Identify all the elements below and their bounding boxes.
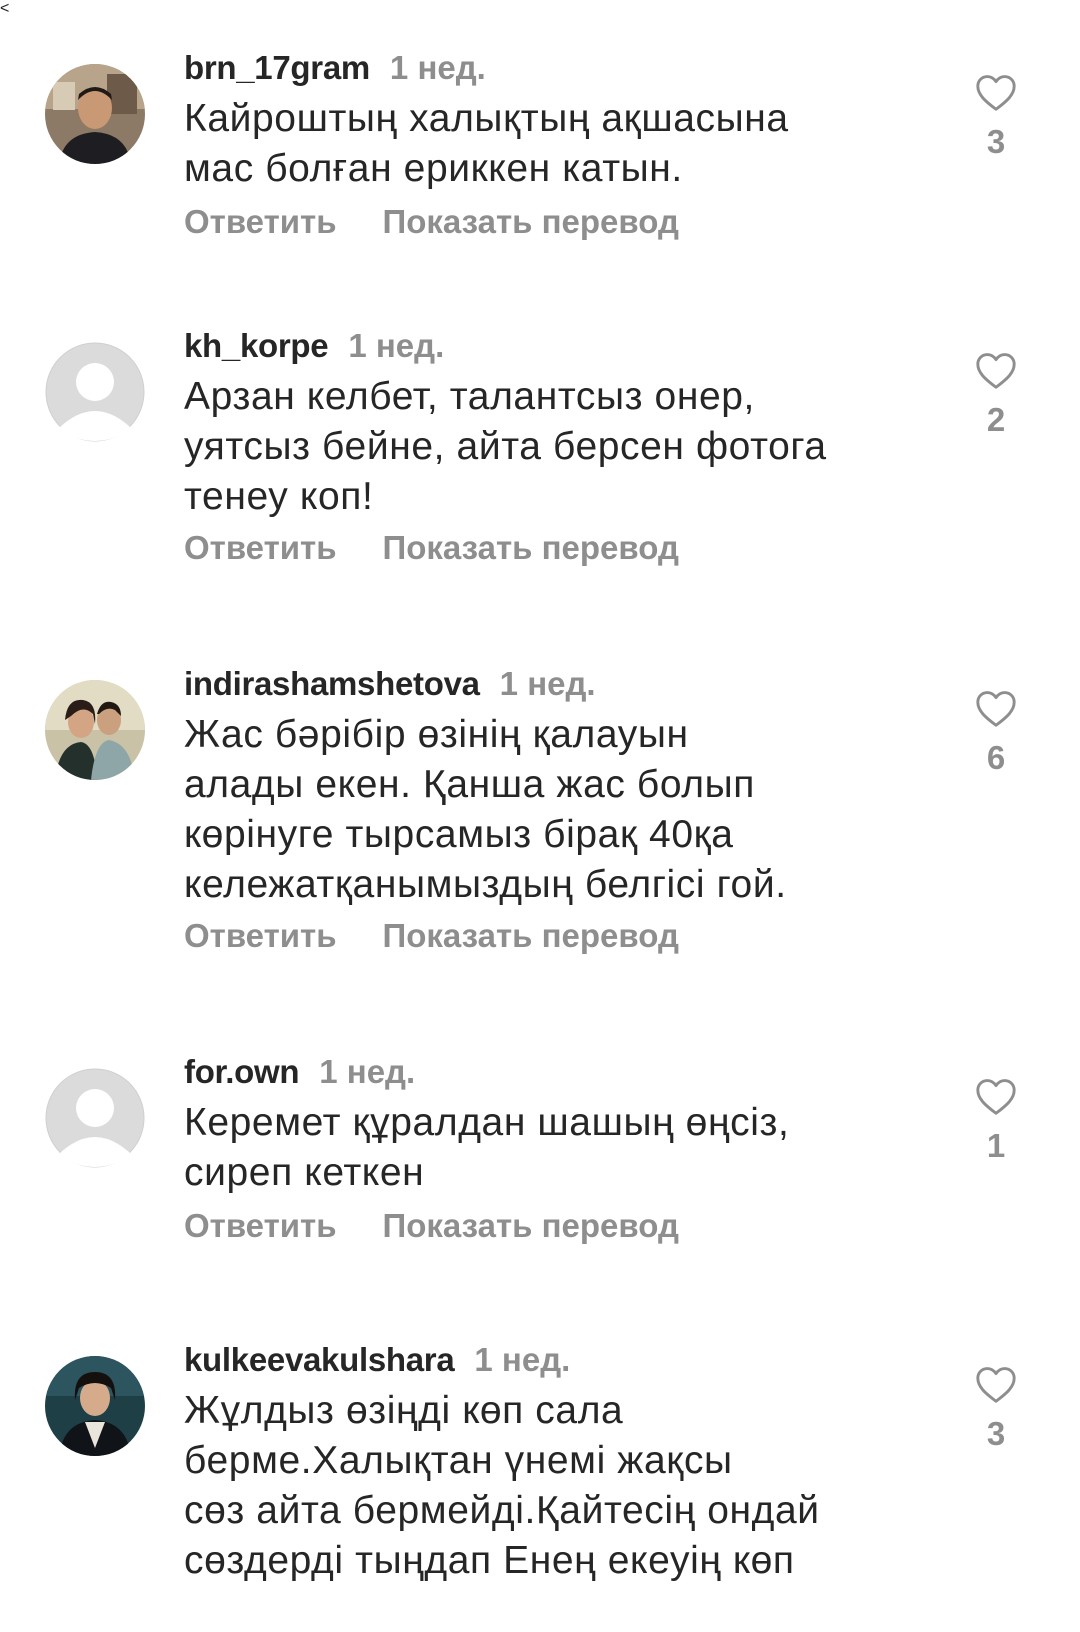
comment-actions: Ответить Показать перевод [184,202,679,249]
comment-timestamp: 1 нед. [348,327,445,364]
heart-icon[interactable] [974,1076,1018,1116]
heart-icon[interactable] [974,1364,1018,1404]
comment-item: for.own 1 нед. Керемет құралдан шашың өңс… [0,1052,1080,1292]
comment-header: indirashamshetova 1 нед. [184,664,596,704]
user-avatar[interactable] [45,680,145,780]
comment-actions: Ответить Показать перевод [184,528,679,575]
heart-icon[interactable] [974,688,1018,728]
comment-header: kulkeevakulshara 1 нед. [184,1340,570,1380]
like-control: 2 [970,350,1022,440]
like-control: 3 [970,1364,1022,1454]
reply-button[interactable]: Ответить [184,202,337,242]
heart-icon[interactable] [974,350,1018,390]
comment-header: for.own 1 нед. [184,1052,415,1092]
comment-header: kh_korpe 1 нед. [184,326,444,366]
user-avatar[interactable] [45,342,145,442]
like-control: 1 [970,1076,1022,1166]
user-avatar[interactable] [45,64,145,164]
user-avatar[interactable] [45,1068,145,1168]
username-link[interactable]: for.own [184,1053,300,1090]
like-count: 6 [986,739,1006,776]
like-count: 3 [986,1415,1006,1452]
username-link[interactable]: kh_korpe [184,327,329,364]
show-translation-button[interactable]: Показать перевод [383,202,679,242]
comment-item: kh_korpe 1 нед. Арзан келбет, талантсыз о… [0,326,1080,616]
show-translation-button[interactable]: Показать перевод [383,528,679,568]
comment-actions: Ответить Показать перевод [184,916,679,963]
default-avatar-icon [45,342,145,442]
comment-text: Арзан келбет, талантсыз онер, уятсыз бей… [184,375,827,518]
show-translation-button[interactable]: Показать перевод [383,1206,679,1246]
comment-text: Керемет құралдан шашың өңсіз, сиреп кетк… [184,1101,790,1194]
comment-item: brn_17gram 1 нед. Кайроштың халықтың ақша… [0,48,1080,288]
like-count: 3 [986,123,1006,160]
default-avatar-icon [45,1068,145,1168]
reply-button[interactable]: Ответить [184,1206,337,1246]
comment-actions: Ответить Показать перевод [184,1206,679,1253]
comment-timestamp: 1 нед. [499,665,596,702]
comment-item: kulkeevakulshara 1 нед. Жұлдыз өзіңді көп… [0,1340,1080,1632]
like-count: 2 [986,401,1006,438]
comment-text: Жұлдыз өзіңді көп сала берме.Халықтан үн… [184,1389,820,1582]
username-link[interactable]: kulkeevakulshara [184,1341,455,1378]
comment-timestamp: 1 нед. [474,1341,571,1378]
reply-button[interactable]: Ответить [184,528,337,568]
like-control: 6 [970,688,1022,778]
user-avatar[interactable] [45,1356,145,1456]
comment-header: brn_17gram 1 нед. [184,48,486,88]
username-link[interactable]: brn_17gram [184,49,370,86]
like-control: 3 [970,72,1022,162]
comment-timestamp: 1 нед. [319,1053,416,1090]
show-translation-button[interactable]: Показать перевод [383,916,679,956]
like-count: 1 [986,1127,1006,1164]
avatar-photo-icon [45,1356,145,1456]
comment-text: Кайроштың халықтың ақшасына мас болған е… [184,97,789,190]
reply-button[interactable]: Ответить [184,916,337,956]
avatar-photo-icon [45,64,145,164]
comment-text: Жас бәрібір өзінің қалауын алады екен. Қ… [184,713,787,906]
avatar-photo-icon [45,680,145,780]
comment-item: indirashamshetova 1 нед. Жас бәрібір өзін… [0,664,1080,1004]
comment-timestamp: 1 нед. [389,49,486,86]
username-link[interactable]: indirashamshetova [184,665,480,702]
heart-icon[interactable] [974,72,1018,112]
